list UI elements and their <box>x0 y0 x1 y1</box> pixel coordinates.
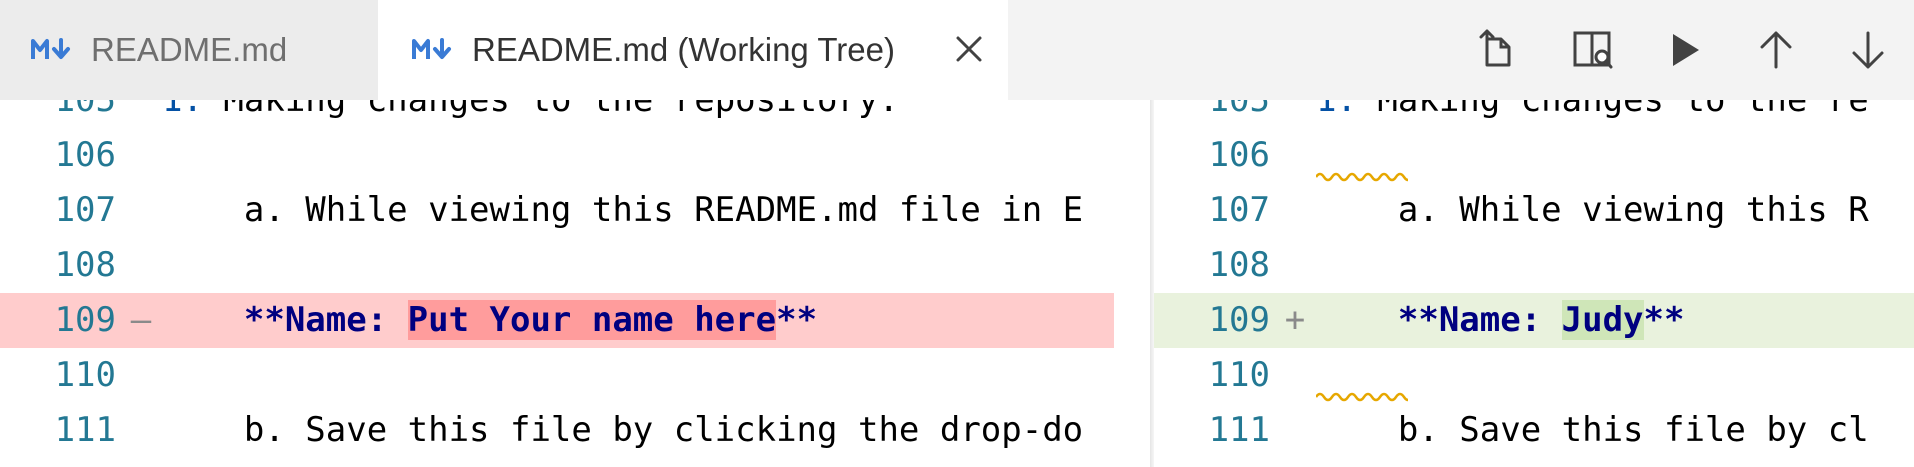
list-marker: 1. <box>162 100 203 120</box>
tab-bar: README.md README.md (Working Tree) <box>0 0 1914 100</box>
line-content: b. Save this file by clicking the drop-d… <box>162 410 1084 450</box>
line-number: 105 <box>54 100 116 120</box>
arrow-up-icon <box>1760 31 1792 69</box>
code-line: 106 <box>0 128 1154 183</box>
line-content: a. While viewing this R <box>1316 190 1869 230</box>
code-line: 111 b. Save this file by cl <box>1154 403 1914 458</box>
warning-squiggle <box>1316 172 1408 182</box>
diff-editor: README.md README.md (Working Tree) 105 1… <box>0 0 1914 467</box>
list-marker: 1. <box>1316 100 1357 120</box>
markdown-icon <box>412 38 451 59</box>
line-content: Making changes to the re <box>1356 100 1869 120</box>
run-icon <box>1673 34 1699 66</box>
deleted-text: Put Your name here <box>407 300 777 340</box>
added-text: Judy <box>1561 300 1644 340</box>
code-line: 106 <box>1154 128 1914 183</box>
line-number: 111 <box>54 410 116 450</box>
code-line: 105 1. Making changes to the re <box>1154 100 1914 128</box>
original-pane[interactable]: 105 1. Making changes to the repository.… <box>0 100 1154 467</box>
split-editor-icon <box>1573 31 1613 69</box>
line-number: 107 <box>1208 190 1270 230</box>
line-text: **Name: Judy** <box>1316 293 1684 348</box>
code-line: 111 b. Save this file by clicking the dr… <box>0 403 1154 458</box>
line-number: 110 <box>1208 355 1270 395</box>
code-line: 110 <box>1154 348 1914 403</box>
line-text: **Name: Put Your name here** <box>162 293 817 348</box>
line-content: Making changes to the repository. <box>202 100 899 120</box>
previous-change-button[interactable] <box>1730 0 1822 100</box>
line-number: 108 <box>54 245 116 285</box>
modified-pane[interactable]: 105 1. Making changes to the re 106 107 … <box>1154 100 1914 467</box>
line-content: b. Save this file by cl <box>1316 410 1869 450</box>
code-line: 107 a. While viewing this README.md file… <box>0 183 1154 238</box>
line-number: 107 <box>54 190 116 230</box>
added-line: 109 + **Name: Judy** <box>1154 293 1914 348</box>
open-file-icon <box>1479 29 1511 67</box>
line-number: 111 <box>1208 410 1270 450</box>
removed-marker: — <box>130 300 152 340</box>
line-number: 109 <box>54 300 116 340</box>
arrow-down-icon <box>1852 31 1884 69</box>
line-number: 105 <box>1208 100 1270 120</box>
line-number: 106 <box>1208 135 1270 175</box>
tab-label: README.md (Working Tree) <box>472 31 895 68</box>
pane-divider[interactable] <box>1114 100 1154 467</box>
tab-label: README.md <box>91 31 288 68</box>
tab-readme-working-tree[interactable]: README.md (Working Tree) <box>378 0 1008 100</box>
line-suffix: ** <box>1643 300 1685 340</box>
line-text: 1. Making changes to the re <box>1316 100 1869 128</box>
editor-actions <box>1454 0 1914 100</box>
added-marker: + <box>1284 300 1306 340</box>
code-line: 110 <box>0 348 1154 403</box>
warning-squiggle <box>1316 392 1408 402</box>
line-content: a. While viewing this README.md file in … <box>162 190 1084 230</box>
next-change-button[interactable] <box>1822 0 1914 100</box>
run-button[interactable] <box>1638 0 1730 100</box>
code-line: 108 <box>1154 238 1914 293</box>
code-line: 108 <box>0 238 1154 293</box>
line-prefix: **Name: <box>1316 300 1562 340</box>
open-file-button[interactable] <box>1454 0 1546 100</box>
deleted-line: 109 — **Name: Put Your name here** <box>0 293 1154 348</box>
code-line: 105 1. Making changes to the repository. <box>0 100 1154 128</box>
line-number: 106 <box>54 135 116 175</box>
split-editor-button[interactable] <box>1546 0 1638 100</box>
line-number: 110 <box>54 355 116 395</box>
markdown-icon <box>31 38 70 59</box>
line-number: 108 <box>1208 245 1270 285</box>
code-line: 107 a. While viewing this R <box>1154 183 1914 238</box>
close-icon[interactable] <box>952 32 986 66</box>
line-number: 109 <box>1208 300 1270 340</box>
line-text: 1. Making changes to the repository. <box>162 100 899 128</box>
line-suffix: ** <box>776 300 818 340</box>
tab-readme[interactable]: README.md <box>0 0 378 100</box>
line-prefix: **Name: <box>162 300 408 340</box>
